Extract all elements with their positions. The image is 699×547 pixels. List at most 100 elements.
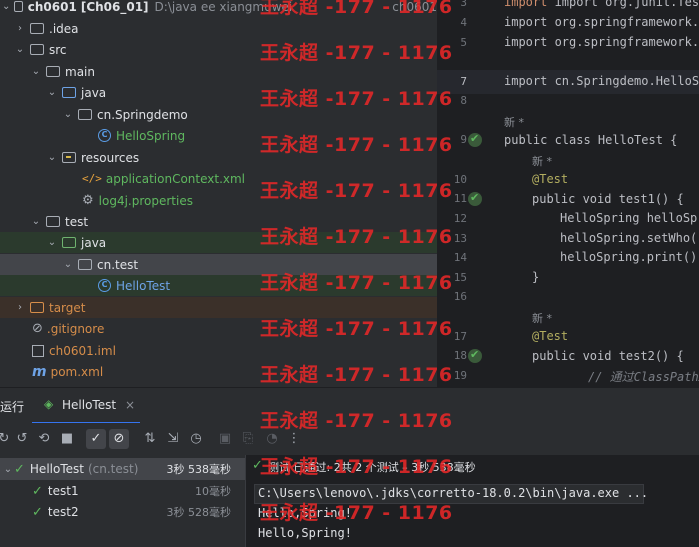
tab-hellotest[interactable]: ◈ HelloTest × bbox=[32, 388, 140, 424]
tree-item-test[interactable]: ⌄ test bbox=[0, 211, 437, 232]
line-number: 7 bbox=[460, 75, 467, 88]
tree-item-gitignore[interactable]: ⊘ .gitignore bbox=[0, 318, 437, 339]
author-hint: 新 * bbox=[532, 312, 552, 325]
package-icon bbox=[78, 259, 92, 270]
run-toolbar: ↻ ↺ ⟲ ■ ✓ ⊘ ⇅ ⇲ ◷ ▣ ⎘ ◔ ⋮ bbox=[0, 423, 699, 455]
pass-check-icon: ✓ bbox=[32, 483, 43, 499]
code-line[interactable]: // 通过ClassPathXmlA bbox=[588, 368, 699, 385]
tree-label: java bbox=[81, 235, 107, 250]
chevron-down-icon[interactable]: ⌄ bbox=[14, 44, 26, 55]
folder-icon bbox=[46, 66, 60, 77]
folder-icon bbox=[46, 216, 60, 227]
tree-item-pom[interactable]: m pom.xml bbox=[0, 361, 437, 382]
code-line[interactable]: helloSpring.print(); bbox=[560, 250, 699, 264]
tree-item-hellospring[interactable]: C HelloSpring bbox=[0, 125, 437, 146]
close-icon[interactable]: × bbox=[125, 398, 135, 412]
run-test-gutter-icon[interactable] bbox=[468, 132, 482, 147]
test-row-test2[interactable]: ✓ test2 3秒 528毫秒 bbox=[0, 501, 245, 523]
chevron-down-icon[interactable]: ⌄ bbox=[30, 66, 42, 77]
chevron-down-icon[interactable]: ⌄ bbox=[2, 464, 14, 475]
test-time: 10毫秒 bbox=[195, 485, 231, 498]
code-line[interactable]: public void test2() { bbox=[532, 349, 684, 363]
code-line[interactable]: public class HelloTest { bbox=[504, 133, 677, 147]
tree-item-java-main[interactable]: ⌄ java bbox=[0, 82, 437, 103]
chevron-down-icon[interactable]: ⌄ bbox=[2, 1, 10, 12]
line-number: 14 bbox=[453, 251, 467, 264]
line-number: 19 bbox=[453, 369, 467, 382]
code-line[interactable]: helloSpring.setWho(" bbox=[560, 231, 699, 245]
test-row-suite[interactable]: ⌄ ✓ HelloTest (cn.test) 3秒 538毫秒 bbox=[0, 458, 245, 480]
tree-item-target[interactable]: › target bbox=[0, 297, 437, 318]
chevron-down-icon[interactable]: ⌄ bbox=[46, 87, 58, 98]
run-test-gutter-icon[interactable] bbox=[468, 191, 482, 206]
tree-item-resources[interactable]: ⌄ resources bbox=[0, 147, 437, 168]
gauge-icon[interactable]: ◔ bbox=[262, 429, 282, 449]
show-passed-icon[interactable]: ✓ bbox=[86, 429, 106, 449]
gear-icon: ⚙ bbox=[82, 193, 94, 208]
export-icon[interactable]: ⎘ bbox=[238, 429, 258, 449]
chevron-down-icon[interactable]: ⌄ bbox=[46, 237, 58, 248]
rerun-failed-icon[interactable]: ↺ bbox=[12, 429, 32, 449]
code-line[interactable]: import org.springframework.c bbox=[504, 35, 699, 49]
tree-item-appctx[interactable]: </> applicationContext.xml bbox=[0, 168, 437, 189]
output-line: Hello,Spring! bbox=[258, 526, 352, 540]
test-status-text: 测试 已通过: 2共 2 个测试 – 3秒 538毫秒 bbox=[268, 461, 476, 474]
folder-icon bbox=[30, 44, 44, 55]
tree-item-src[interactable]: ⌄ src bbox=[0, 39, 437, 60]
chevron-down-icon[interactable]: ⌄ bbox=[30, 216, 42, 227]
camera-icon[interactable]: ▣ bbox=[215, 429, 235, 449]
sort-duration-icon[interactable]: ⇲ bbox=[163, 429, 183, 449]
line-number: 18 bbox=[453, 349, 467, 362]
more-icon[interactable]: ⋮ bbox=[284, 429, 304, 449]
tree-label: .idea bbox=[49, 21, 79, 36]
code-line[interactable]: HelloSpring helloSpr bbox=[560, 211, 699, 225]
module-folder-icon bbox=[14, 1, 23, 12]
code-text: import org.junit.Test; bbox=[554, 0, 699, 9]
code-line[interactable]: public void test1() { bbox=[532, 192, 684, 206]
test-time: 3秒 528毫秒 bbox=[166, 506, 232, 519]
line-number: 3 bbox=[460, 0, 467, 9]
line-number: 8 bbox=[460, 94, 467, 107]
xml-icon: </> bbox=[82, 172, 102, 185]
tree-item-pkg-test[interactable]: ⌄ cn.test bbox=[0, 254, 437, 275]
test-row-test1[interactable]: ✓ test1 10毫秒 bbox=[0, 480, 245, 502]
sort-alpha-icon[interactable]: ⇅ bbox=[140, 429, 160, 449]
code-line[interactable]: @Test bbox=[532, 172, 568, 186]
show-ignored-icon[interactable]: ⊘ bbox=[109, 429, 129, 449]
code-line[interactable]: import import org.junit.Test; bbox=[504, 0, 699, 9]
toggle-autotest-icon[interactable]: ⟲ bbox=[34, 429, 54, 449]
tree-label: test bbox=[65, 214, 89, 229]
test-time: 3秒 538毫秒 bbox=[166, 463, 232, 476]
code-line[interactable]: } bbox=[532, 270, 539, 284]
console-output[interactable]: ✓ 测试 已通过: 2共 2 个测试 – 3秒 538毫秒 C:\Users\l… bbox=[245, 455, 699, 547]
code-editor[interactable]: 3 import import org.junit.Test; 4 import… bbox=[437, 0, 699, 387]
line-number: 17 bbox=[453, 330, 467, 343]
chevron-right-icon[interactable]: › bbox=[14, 23, 26, 34]
tree-item-pkg-main[interactable]: ⌄ cn.Springdemo bbox=[0, 104, 437, 125]
tree-label: main bbox=[65, 64, 95, 79]
tree-label: applicationContext.xml bbox=[105, 171, 246, 186]
code-line[interactable]: import org.springframework.c bbox=[504, 15, 699, 29]
tree-item-hellotest[interactable]: C HelloTest bbox=[0, 275, 437, 296]
chevron-down-icon[interactable]: ⌄ bbox=[46, 152, 58, 163]
chevron-down-icon[interactable]: ⌄ bbox=[62, 259, 74, 270]
tree-item-idea[interactable]: › .idea bbox=[0, 18, 437, 39]
chevron-right-icon[interactable]: › bbox=[14, 302, 26, 313]
tree-label: resources bbox=[81, 150, 140, 165]
chevron-down-icon[interactable]: ⌄ bbox=[62, 109, 74, 120]
author-hint: 新 * bbox=[532, 155, 552, 168]
history-icon[interactable]: ◷ bbox=[186, 429, 206, 449]
tree-item-root[interactable]: ⌄ ch0601 [Ch06_01] D:\java ee xiangmuwei… bbox=[0, 0, 437, 17]
tree-item-log4j[interactable]: ⚙ log4j.properties bbox=[0, 190, 437, 211]
tree-item-java-test[interactable]: ⌄ java bbox=[0, 232, 437, 253]
run-test-gutter-icon[interactable] bbox=[468, 348, 482, 363]
tree-label: java bbox=[81, 85, 107, 100]
test-folder-icon bbox=[62, 237, 76, 248]
code-line[interactable]: @Test bbox=[532, 329, 568, 343]
tree-item-main[interactable]: ⌄ main bbox=[0, 61, 437, 82]
stop-icon[interactable]: ■ bbox=[57, 429, 77, 449]
author-hint: 新 * bbox=[504, 116, 524, 129]
status-check-icon: ✓ bbox=[252, 458, 263, 473]
tree-item-iml[interactable]: ch0601.iml bbox=[0, 340, 437, 361]
code-line[interactable]: import cn.Springdemo.HelloSpr bbox=[504, 74, 699, 88]
